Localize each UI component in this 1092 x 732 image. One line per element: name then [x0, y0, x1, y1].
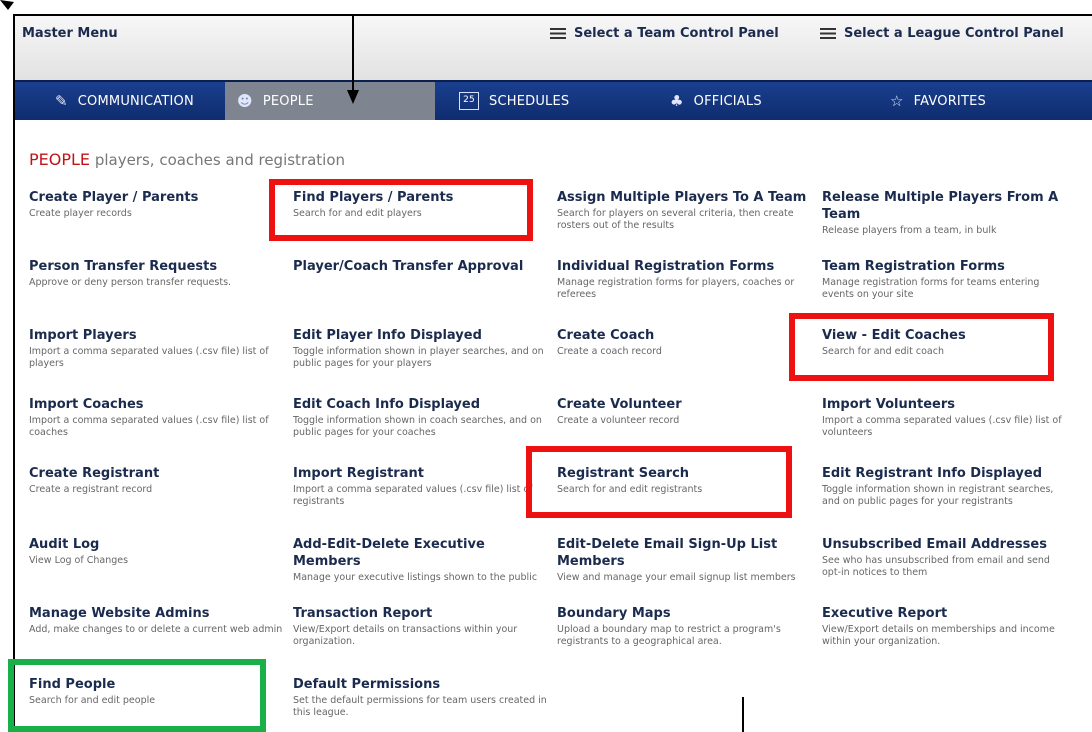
- arrow-head: [0, 0, 14, 10]
- annotation-arrows: [0, 0, 744, 732]
- arrow-head: [347, 90, 359, 104]
